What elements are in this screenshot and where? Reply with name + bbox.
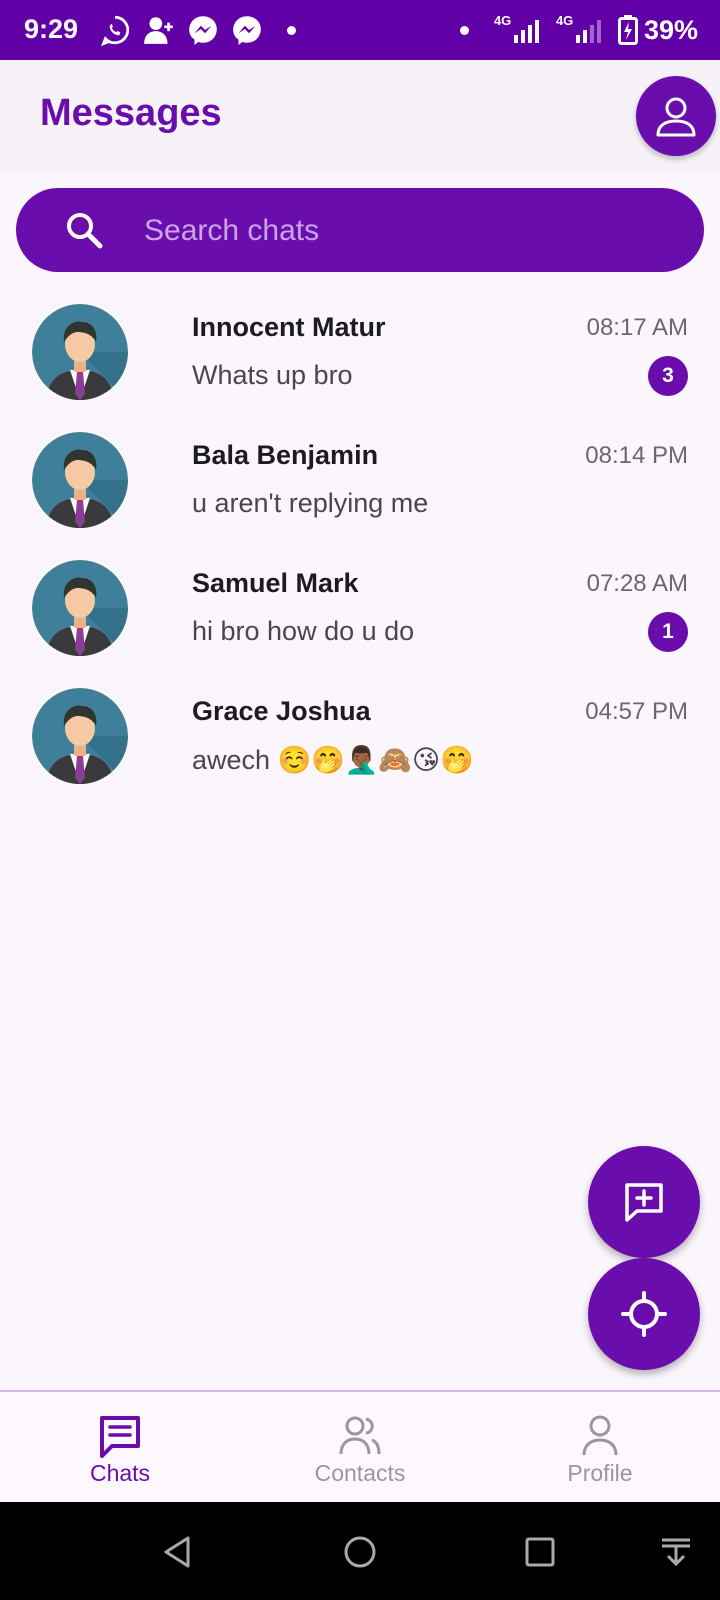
chat-name: Samuel Mark [192,568,359,598]
chat-item-bala-benjamin[interactable]: Bala Benjamin 08:14 PM u aren't replying… [0,416,720,544]
avatar [32,688,128,784]
recents-icon[interactable] [522,1534,558,1570]
chat-time: 08:17 AM [586,314,688,341]
chat-time: 08:14 PM [585,442,688,469]
locate-button[interactable] [588,1258,700,1370]
battery-percentage: 39% [643,14,698,45]
more-notifications-dot [287,26,296,35]
chat-last-message: hi bro how do u do [192,616,415,646]
nav-label: Chats [89,1460,151,1486]
network-type: 4G [493,13,512,28]
search-input[interactable] [142,208,666,254]
battery-icon [617,15,638,45]
messenger-icon [233,16,261,45]
nav-label: Contacts [314,1460,406,1486]
chat-item-grace-joshua[interactable]: Grace Joshua 04:57 PM awech ☺️🤭🤦🏾‍♂️🙈😘🤭 [0,672,720,800]
chat-time: 04:57 PM [585,698,688,725]
page-title: Messages [40,92,222,134]
chat-item-samuel-mark[interactable]: Samuel Mark 07:28 AM hi bro how do u do … [0,544,720,672]
nav-chats[interactable]: Chats [0,1392,240,1504]
chat-bubble-icon [100,1416,140,1458]
chat-name: Grace Joshua [192,696,371,726]
person-icon [582,1415,618,1456]
nav-contacts[interactable]: Contacts [240,1392,480,1504]
chat-list: Innocent Matur 08:17 AM Whats up bro 3 B… [0,288,720,800]
nav-label: Profile [567,1460,633,1486]
bottom-navigation: Chats Contacts Profile [0,1390,720,1504]
notification-icons [98,13,264,47]
new-chat-button[interactable] [588,1146,700,1258]
profile-button[interactable] [636,76,716,156]
chat-last-message: u aren't replying me [192,488,429,518]
unread-badge: 3 [648,356,688,396]
person-icon [656,97,696,137]
whatsapp-icon [100,15,130,47]
messenger-icon [189,16,217,45]
back-icon[interactable] [160,1534,196,1570]
signal-icon: 4G [494,13,550,47]
people-icon [339,1416,381,1455]
home-icon[interactable] [342,1534,378,1570]
chat-item-innocent-matur[interactable]: Innocent Matur 08:17 AM Whats up bro 3 [0,288,720,416]
chat-last-message: Whats up bro [192,360,353,390]
crosshair-icon [621,1291,667,1337]
avatar [32,432,128,528]
status-dot [460,26,469,35]
app-bar: Messages [0,60,720,172]
nav-profile[interactable]: Profile [480,1392,720,1504]
chat-name: Bala Benjamin [192,440,379,470]
avatar [32,304,128,400]
chat-last-message: awech ☺️🤭🤦🏾‍♂️🙈😘🤭 [192,745,474,775]
search-bar[interactable] [16,188,704,272]
add-contact-icon [144,17,173,44]
chat-time: 07:28 AM [586,570,688,597]
system-navigation-bar [0,1502,720,1600]
status-time: 9:29 [24,14,79,44]
message-plus-icon [625,1183,663,1222]
status-bar: 9:29 4G 4G 39% [0,0,720,60]
signal-icon: 4G [556,13,612,47]
search-icon [67,213,103,249]
chat-name: Innocent Matur [192,312,386,342]
notification-pull-icon[interactable] [658,1534,694,1570]
network-type: 4G [555,13,574,28]
status-right: 4G 4G 39% [494,13,698,47]
avatar [32,560,128,656]
unread-badge: 1 [648,612,688,652]
